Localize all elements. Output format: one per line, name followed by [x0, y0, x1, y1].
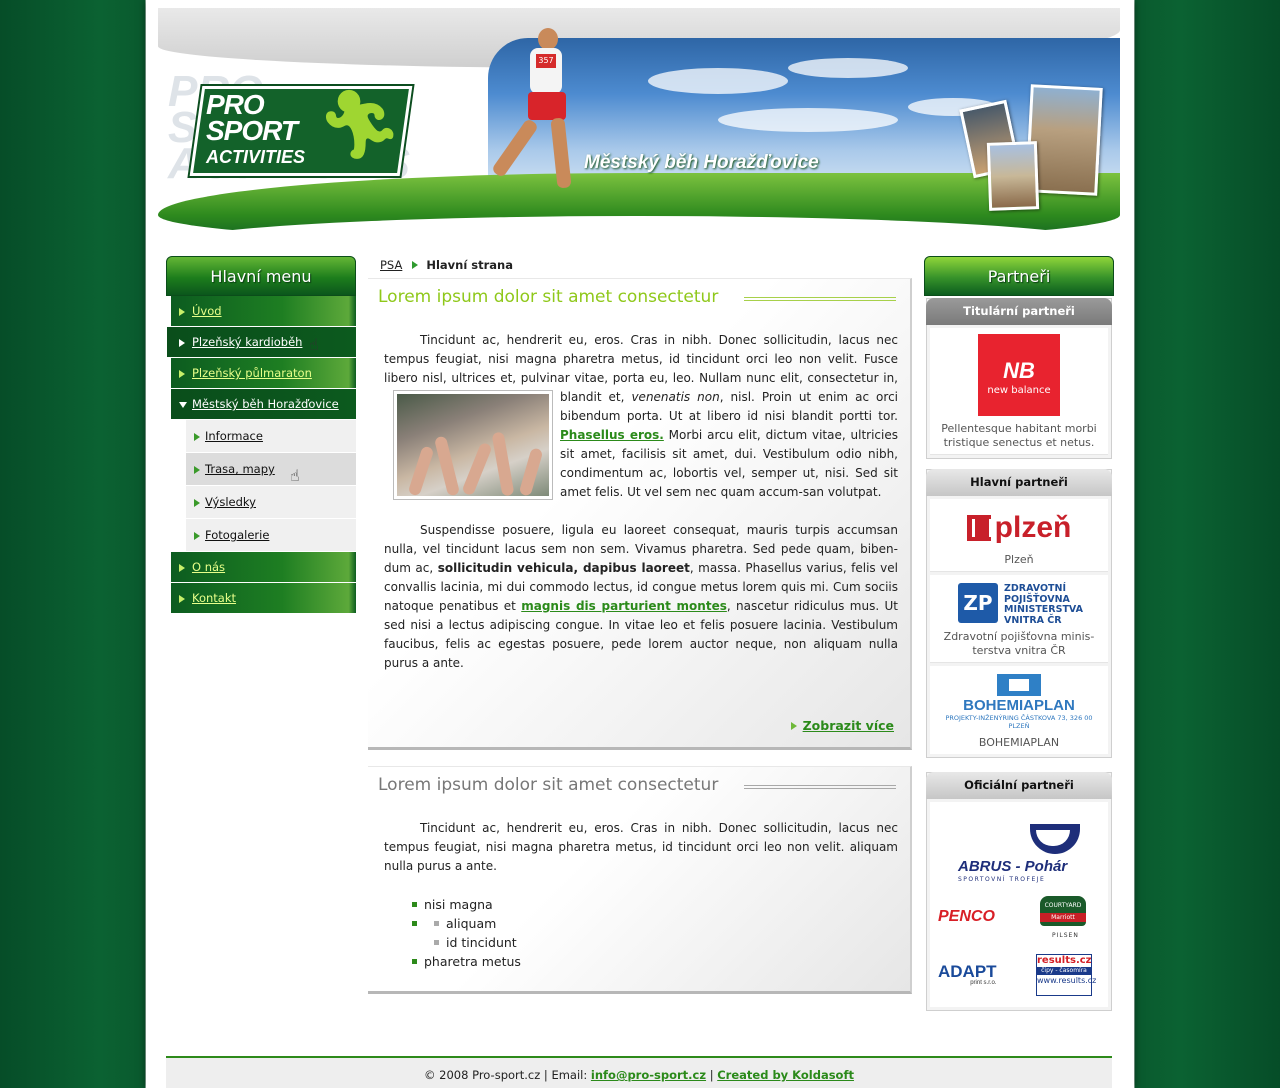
arrow-right-icon — [179, 308, 185, 316]
phasellus-link[interactable]: Phasellus eros. — [560, 428, 664, 442]
results-logo[interactable]: results.cz čipy - časomíra www.results.c… — [1036, 954, 1096, 996]
new-balance-logo: NB new balance — [978, 334, 1060, 416]
list-item: pharetra metus — [412, 952, 521, 971]
main-menu-title: Hlavní menu — [166, 256, 356, 296]
main-menu: Hlavní menu Úvod Plzeňský kardioběh ☝ Plz… — [164, 256, 356, 614]
arrow-right-icon — [194, 433, 200, 441]
partner-caption: Zdravotní pojišťovna minis-terstva vnitr… — [943, 630, 1095, 657]
event-title: Městský běh Horažďovice — [584, 152, 819, 173]
main-partners-heading: Hlavní partneři — [926, 469, 1112, 496]
submenu-item-vysledky[interactable]: Výsledky — [186, 486, 356, 519]
breadcrumb: PSA Hlavní strana — [380, 258, 513, 272]
menu-item-uvod[interactable]: Úvod — [168, 296, 356, 327]
partner-new-balance[interactable]: NB new balance Pellentesque habitant mor… — [930, 328, 1108, 455]
arrow-down-icon — [179, 402, 187, 408]
magnis-link[interactable]: magnis dis parturient montes — [521, 599, 727, 613]
arrow-right-icon — [790, 722, 797, 730]
bohemiaplan-emblem-icon — [997, 674, 1041, 696]
arrow-right-icon — [194, 532, 200, 540]
arrow-right-icon — [179, 370, 185, 378]
site-header: PROSPORTACTIVITIES PRO SPORT ACTIVITIES … — [158, 8, 1120, 242]
submenu-item-informace[interactable]: Informace — [186, 420, 356, 453]
runner-logo-icon: 🏃︎ — [318, 86, 402, 163]
article-2-list: nisi magna aliquam id tincidunt pharetra… — [412, 895, 521, 971]
trophy-cup-icon — [1030, 824, 1080, 854]
adapt-logo[interactable]: ADAPT print s.r.o. — [938, 962, 997, 986]
show-more-link-container: Zobrazit více — [790, 718, 894, 733]
breadcrumb-current: Hlavní strana — [426, 258, 514, 272]
site-footer: © 2008 Pro-sport.cz | Email: info@pro-sp… — [166, 1056, 1112, 1088]
runners-photo — [394, 391, 552, 499]
penco-logo[interactable]: PENCO — [938, 908, 995, 926]
arrow-right-icon — [179, 339, 185, 347]
breadcrumb-root-link[interactable]: PSA — [380, 258, 402, 272]
partner-caption: Pellentesque habitant morbi tristique se… — [941, 422, 1097, 449]
partner-caption: BOHEMIAPLAN — [978, 736, 1060, 749]
arrow-right-icon — [194, 499, 200, 507]
header-photo-church — [986, 141, 1040, 211]
article-1-body: Tincidunt ac, hendrerit eu, eros. Cras i… — [384, 333, 899, 670]
title-divider — [744, 297, 896, 301]
official-partners-heading: Oficiální partneři — [926, 772, 1112, 799]
hand-cursor-icon: ☝ — [309, 335, 319, 354]
article-1-title: Lorem ipsum dolor sit amet consectetur — [378, 287, 719, 307]
article-2-body: Tincidunt ac, hendrerit eu, eros. Cras i… — [384, 821, 898, 873]
title-divider — [744, 785, 896, 789]
titular-partners: Titulární partneři NB new balance Pellen… — [926, 298, 1112, 459]
submenu-item-fotogalerie[interactable]: Fotogalerie — [186, 519, 356, 552]
arrow-right-icon — [179, 595, 185, 603]
partner-caption: Plzeň — [1004, 553, 1034, 566]
official-partners: Oficiální partneři ABRUS - Pohár SPORTOV… — [926, 772, 1112, 1011]
list-item: id tincidunt — [434, 933, 521, 952]
menu-item-kardiobeh[interactable]: Plzeňský kardioběh ☝ — [164, 327, 356, 358]
official-partners-logos: ABRUS - Pohár SPORTOVNÍ TROFEJE PENCO CO… — [930, 802, 1108, 1007]
courtyard-logo[interactable]: COURTYARD Marriott — [1040, 896, 1086, 926]
article-box-1: Lorem ipsum dolor sit amet consectetur T… — [368, 278, 912, 750]
partner-bohemiaplan[interactable]: BOHEMIAPLAN PROJEKTY-INŽENÝRING ČÁSTKOVA… — [930, 666, 1108, 754]
arrow-right-icon — [179, 564, 185, 572]
main-partners: Hlavní partneři plzeň Plzeň ZP ZDRAVOTNÍ… — [926, 469, 1112, 758]
menu-item-o-nas[interactable]: O nás — [168, 552, 356, 583]
submenu-item-trasa[interactable]: Trasa, mapy ☝ — [186, 453, 356, 486]
partner-plzen[interactable]: plzeň Plzeň — [930, 499, 1108, 572]
list-item: nisi magna — [412, 895, 521, 914]
article-box-2: Lorem ipsum dolor sit amet consectetur T… — [368, 766, 912, 994]
site-logo-text: PRO SPORT ACTIVITIES — [206, 89, 306, 168]
titular-partners-heading: Titulární partneři — [926, 298, 1112, 325]
runner-image: 357 — [490, 26, 586, 196]
footer-credits-link[interactable]: Created by Koldasoft — [717, 1068, 854, 1082]
page-container: PROSPORTACTIVITIES PRO SPORT ACTIVITIES … — [146, 0, 1134, 1088]
footer-email-link[interactable]: info@pro-sport.cz — [591, 1068, 706, 1082]
breadcrumb-arrow-icon — [412, 261, 419, 269]
partners-sidebar: Partneři Titulární partneři NB new balan… — [924, 256, 1114, 1011]
zp-logo: ZP ZDRAVOTNÍ POJIŠŤOVNA MINISTERSTVA VNI… — [934, 583, 1104, 626]
abrus-logo[interactable]: ABRUS - Pohár SPORTOVNÍ TROFEJE — [958, 824, 1082, 884]
menu-item-horazdovice[interactable]: Městský běh Horažďovice — [168, 389, 356, 420]
arrow-right-icon — [194, 466, 200, 474]
plzen-logo: plzeň — [934, 509, 1104, 547]
plzen-emblem-icon — [966, 515, 992, 541]
list-item: aliquam — [434, 914, 521, 933]
article-2-title: Lorem ipsum dolor sit amet consectetur — [378, 775, 719, 795]
menu-item-kontakt[interactable]: Kontakt — [168, 583, 356, 614]
show-more-link[interactable]: Zobrazit více — [803, 718, 894, 733]
menu-item-pulmaraton[interactable]: Plzeňský půlmaraton — [168, 358, 356, 389]
partner-zp-mv[interactable]: ZP ZDRAVOTNÍ POJIŠŤOVNA MINISTERSTVA VNI… — [930, 575, 1108, 663]
partners-title: Partneři — [924, 256, 1114, 296]
